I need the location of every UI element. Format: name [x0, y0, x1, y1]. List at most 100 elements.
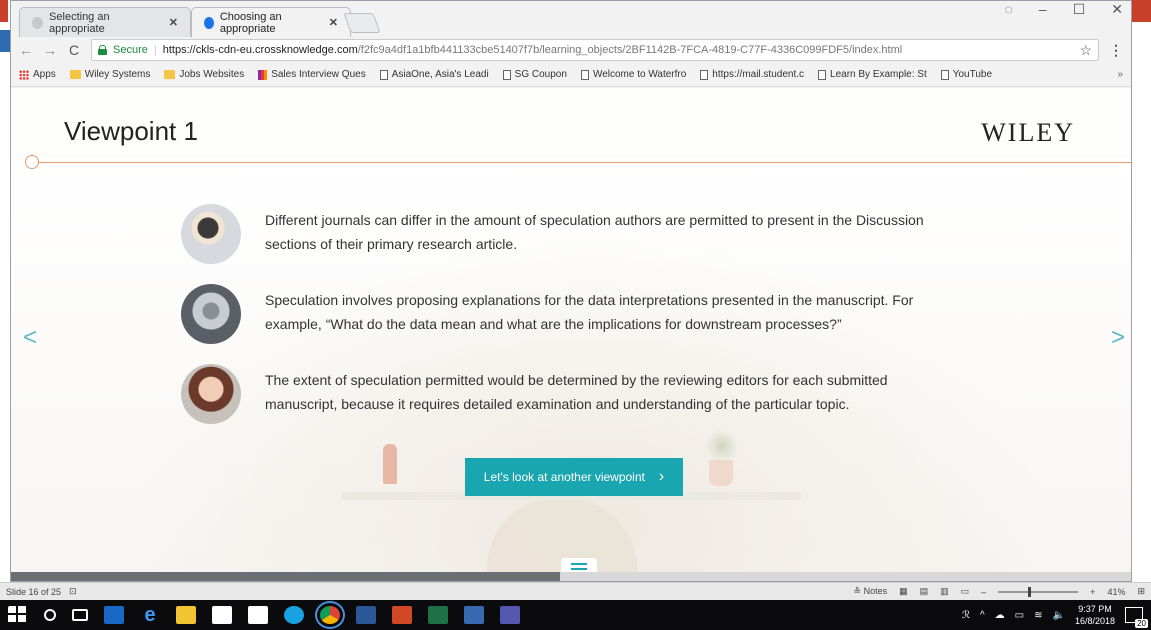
bookmarks-bar: Apps Wiley Systems Jobs Websites Sales I…: [11, 63, 1131, 87]
excel-icon[interactable]: [428, 606, 448, 624]
teams-icon[interactable]: [500, 606, 520, 624]
tab-selecting[interactable]: Selecting an appropriate ✕: [19, 7, 191, 37]
next-viewpoint-button[interactable]: Let's look at another viewpoint ›: [465, 458, 683, 496]
pot-illustration: [709, 460, 733, 486]
course-header: Viewpoint 1 WILEY: [11, 88, 1131, 169]
onedrive-icon[interactable]: ☁: [995, 610, 1005, 621]
page-viewport: Viewpoint 1 WILEY < > Different journals…: [11, 88, 1131, 581]
skype-icon[interactable]: [284, 606, 304, 624]
bookmark-youtube[interactable]: YouTube: [940, 69, 992, 80]
zoom-in-icon[interactable]: +: [1090, 587, 1095, 597]
address-separator: |: [153, 44, 157, 56]
task-view-icon[interactable]: [72, 609, 88, 621]
bookmark-label: Welcome to Waterfro: [592, 69, 687, 80]
action-center-icon[interactable]: 20: [1125, 607, 1148, 628]
progress-dot-icon: [25, 155, 39, 169]
point-text: Speculation involves proposing explanati…: [265, 292, 914, 332]
battery-icon[interactable]: ▭: [1015, 610, 1024, 621]
yammer-icon[interactable]: [464, 606, 484, 624]
list-item: Different journals can differ in the amo…: [181, 204, 941, 284]
bookmark-learn-by-example[interactable]: Learn By Example: St: [818, 69, 927, 80]
close-icon[interactable]: ✕: [169, 16, 178, 29]
tab-strip: Selecting an appropriate ✕ Choosing an a…: [11, 1, 1131, 37]
bookmark-sales-interview[interactable]: Sales Interview Ques: [258, 69, 366, 80]
tab-favicon-icon: [204, 16, 214, 29]
zoom-level[interactable]: 41%: [1107, 587, 1125, 597]
file-explorer-icon[interactable]: [176, 606, 196, 624]
minimize-icon[interactable]: –: [1039, 1, 1047, 18]
outlook-icon[interactable]: [104, 606, 124, 624]
bookmark-wiley-systems[interactable]: Wiley Systems: [69, 69, 150, 80]
page-icon: [818, 69, 827, 80]
folder-icon: [69, 70, 81, 79]
notes-button[interactable]: ≙ Notes: [854, 586, 888, 597]
bookmark-label: https://mail.student.c: [712, 69, 805, 80]
close-icon[interactable]: ✕: [329, 16, 338, 29]
mail-icon[interactable]: [212, 606, 232, 624]
forward-icon[interactable]: →: [43, 42, 57, 58]
window-controls: ◌ – ☐ ✕: [1005, 1, 1123, 18]
browser-menu-icon[interactable]: ⋮: [1109, 42, 1123, 59]
folder-icon: [164, 70, 176, 79]
volume-icon[interactable]: 🔈: [1053, 610, 1065, 621]
tray-overflow-icon[interactable]: ^: [980, 610, 985, 621]
slideshow-icon[interactable]: ▭: [961, 586, 970, 597]
word-icon[interactable]: [356, 606, 376, 624]
list-item: Speculation involves proposing explanati…: [181, 284, 941, 364]
zoom-slider[interactable]: [998, 586, 1079, 597]
back-icon[interactable]: ←: [19, 42, 33, 58]
header-divider: [33, 162, 1131, 163]
new-tab-button[interactable]: [343, 13, 381, 33]
bookmark-mail-student[interactable]: https://mail.student.c: [700, 69, 804, 80]
page-icon: [580, 69, 589, 80]
zoom-out-icon[interactable]: –: [981, 587, 986, 597]
zoom-thumb[interactable]: [1028, 586, 1032, 597]
maximize-icon[interactable]: ☐: [1073, 1, 1086, 18]
close-window-icon[interactable]: ✕: [1111, 1, 1123, 18]
bookmark-asiaone[interactable]: AsiaOne, Asia's Leadi: [379, 69, 489, 80]
bookmark-apps[interactable]: Apps: [19, 69, 56, 80]
star-icon[interactable]: ☆: [1079, 42, 1092, 59]
avatar: [181, 204, 241, 264]
course-progress-bar: [11, 572, 1131, 581]
language-icon[interactable]: ⊡: [69, 586, 77, 597]
taskbar-apps: e: [8, 601, 520, 629]
address-bar[interactable]: Secure | https://ckls-cdn-eu.crossknowle…: [91, 39, 1099, 61]
bookmark-label: Apps: [33, 69, 56, 80]
windows-start-icon[interactable]: [8, 606, 28, 624]
avatar: [181, 364, 241, 424]
list-item: The extent of speculation permitted woul…: [181, 364, 941, 444]
profile-icon[interactable]: ◌: [1005, 1, 1013, 18]
fit-to-window-icon[interactable]: ⊞: [1137, 586, 1145, 597]
store-icon[interactable]: [248, 606, 268, 624]
normal-view-icon[interactable]: ▦: [899, 586, 908, 597]
edge-icon[interactable]: e: [140, 605, 160, 625]
bar-icon: [258, 69, 268, 80]
apps-icon: [19, 69, 29, 80]
reading-view-icon[interactable]: ▥: [940, 586, 949, 597]
bookmark-sg-coupon[interactable]: SG Coupon: [502, 69, 567, 80]
page-title: Viewpoint 1: [64, 116, 198, 146]
vase-illustration: [383, 444, 397, 484]
chrome-icon[interactable]: [315, 601, 345, 629]
tab-choosing[interactable]: Choosing an appropriate ✕: [191, 7, 351, 37]
wifi-icon[interactable]: ≋: [1034, 610, 1042, 621]
chevron-right-icon: ›: [658, 468, 665, 485]
window-edge-decoration: [1131, 0, 1151, 22]
bookmarks-overflow[interactable]: »: [1117, 69, 1123, 80]
bookmark-jobs-websites[interactable]: Jobs Websites: [164, 69, 244, 80]
bookmark-welcome-waterfront[interactable]: Welcome to Waterfro: [580, 69, 687, 80]
clock-date: 16/8/2018: [1074, 616, 1115, 626]
slide-sorter-icon[interactable]: ▤: [920, 586, 929, 597]
search-icon[interactable]: [44, 609, 56, 621]
powerpoint-icon[interactable]: [392, 606, 412, 624]
reload-icon[interactable]: C: [67, 42, 81, 58]
status-right: ≙ Notes ▦ ▤ ▥ ▭ – + 41% ⊞: [854, 586, 1145, 597]
powerpoint-status-bar: Slide 16 of 25 ⊡ ≙ Notes ▦ ▤ ▥ ▭ – + 41%…: [0, 582, 1151, 600]
next-arrow-icon[interactable]: >: [1111, 324, 1125, 352]
windows-taskbar: e ℛ ^ ☁ ▭ ≋ 🔈 9:37 PM 16/8/2018 20: [0, 600, 1151, 630]
clock[interactable]: 9:37 PM 16/8/2018: [1075, 603, 1115, 627]
people-icon[interactable]: ℛ: [962, 610, 970, 621]
previous-arrow-icon[interactable]: <: [23, 324, 37, 352]
course-progress-fill: [11, 572, 560, 581]
